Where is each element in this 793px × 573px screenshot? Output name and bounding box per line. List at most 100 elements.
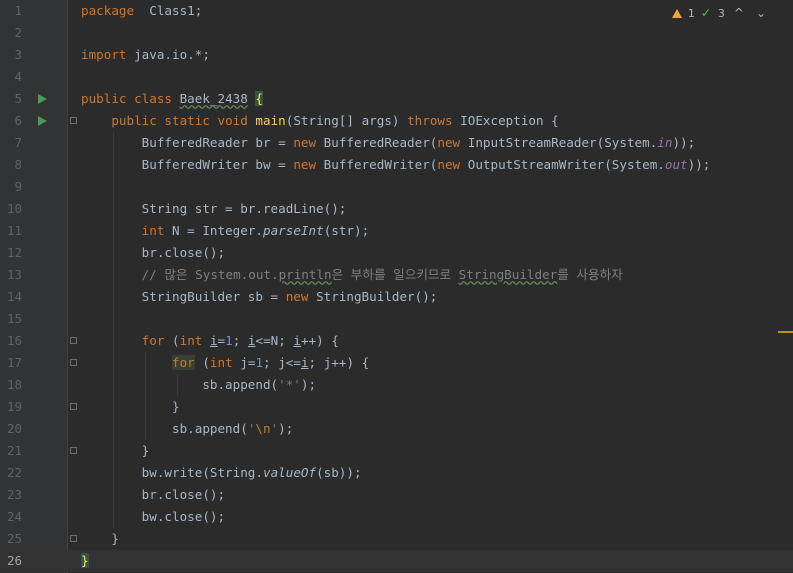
code-line[interactable]: 15: [0, 308, 793, 330]
run-gutter-icon[interactable]: [38, 116, 47, 126]
code-text[interactable]: public class Baek_2438 {: [81, 88, 264, 110]
code-token: (String[] args): [285, 113, 408, 128]
code-text[interactable]: String str = br.readLine();: [81, 198, 347, 220]
code-line[interactable]: 24 bw.close();: [0, 506, 793, 528]
code-token: new: [437, 135, 468, 150]
code-line[interactable]: 23 br.close();: [0, 484, 793, 506]
code-text[interactable]: br.close();: [81, 242, 225, 264]
code-text[interactable]: int N = Integer.parseInt(str);: [81, 220, 370, 242]
line-number[interactable]: 17: [0, 352, 22, 374]
code-text[interactable]: BufferedWriter bw = new BufferedWriter(n…: [81, 154, 711, 176]
line-number[interactable]: 8: [0, 154, 22, 176]
fold-marker-icon[interactable]: [70, 535, 77, 542]
code-text[interactable]: StringBuilder sb = new StringBuilder();: [81, 286, 438, 308]
code-line[interactable]: 21 }: [0, 440, 793, 462]
fold-marker-icon[interactable]: [70, 359, 77, 366]
code-line[interactable]: 9: [0, 176, 793, 198]
code-line[interactable]: 12 br.close();: [0, 242, 793, 264]
line-number[interactable]: 16: [0, 330, 22, 352]
code-text[interactable]: }: [81, 528, 119, 550]
code-lines: 1 package Class1; 2 3 import java.io.*; 4 5 pub…: [0, 0, 793, 572]
code-text[interactable]: sb.append('*');: [81, 374, 316, 396]
typo-check-icon[interactable]: ✓: [701, 7, 712, 19]
code-token: (: [172, 333, 180, 348]
line-number[interactable]: 24: [0, 506, 22, 528]
code-text[interactable]: }: [81, 550, 89, 572]
line-number[interactable]: 4: [0, 66, 22, 88]
line-number[interactable]: 11: [0, 220, 22, 242]
fold-marker-icon[interactable]: [70, 403, 77, 410]
code-text[interactable]: bw.write(String.valueOf(sb));: [81, 462, 362, 484]
code-token: int: [141, 223, 173, 238]
code-text[interactable]: }: [81, 396, 180, 418]
code-line[interactable]: 22 bw.write(String.valueOf(sb));: [0, 462, 793, 484]
code-line[interactable]: 4: [0, 66, 793, 88]
code-text[interactable]: br.close();: [81, 484, 225, 506]
line-number[interactable]: 15: [0, 308, 22, 330]
code-editor[interactable]: 1 package Class1; 2 3 import java.io.*; 4 5 pub…: [0, 0, 793, 573]
code-token: 1: [255, 355, 264, 370]
typo-count[interactable]: 3: [718, 7, 725, 20]
code-line[interactable]: 26}: [0, 550, 793, 572]
code-line[interactable]: 7 BufferedReader br = new BufferedReader…: [0, 132, 793, 154]
code-line[interactable]: 3 import java.io.*;: [0, 44, 793, 66]
code-text[interactable]: BufferedReader br = new BufferedReader(n…: [81, 132, 696, 154]
code-text[interactable]: // 많은 System.out.println은 부하를 일으키므로 Stri…: [81, 264, 623, 286]
code-line[interactable]: 2: [0, 22, 793, 44]
line-number[interactable]: 26: [0, 550, 22, 572]
code-line[interactable]: 19 }: [0, 396, 793, 418]
fold-marker-icon[interactable]: [70, 447, 77, 454]
line-number[interactable]: 18: [0, 374, 22, 396]
code-token: package: [81, 3, 135, 18]
code-text[interactable]: public static void main(String[] args) t…: [81, 110, 558, 132]
code-line[interactable]: 25 }: [0, 528, 793, 550]
code-line[interactable]: 20 sb.append('\n');: [0, 418, 793, 440]
line-number[interactable]: 22: [0, 462, 22, 484]
code-line[interactable]: 13 // 많은 System.out.println은 부하를 일으키므로 S…: [0, 264, 793, 286]
code-text[interactable]: import java.io.*;: [81, 44, 210, 66]
warning-count[interactable]: 1: [688, 7, 695, 20]
code-line[interactable]: 5 public class Baek_2438 {: [0, 88, 793, 110]
line-number[interactable]: 25: [0, 528, 22, 550]
code-line[interactable]: 17 for (int j=1; j<=i; j++) {: [0, 352, 793, 374]
fold-marker-icon[interactable]: [70, 117, 77, 124]
line-number[interactable]: 9: [0, 176, 22, 198]
error-stripe-marker[interactable]: [778, 331, 793, 333]
code-token: valueOf: [262, 465, 317, 480]
line-number[interactable]: 21: [0, 440, 22, 462]
previous-highlight-icon[interactable]: ^: [731, 6, 747, 20]
line-number[interactable]: 1: [0, 0, 22, 22]
line-number[interactable]: 7: [0, 132, 22, 154]
inspections-widget[interactable]: 1 ✓ 3 ^ ⌄: [671, 5, 769, 21]
code-line[interactable]: 14 StringBuilder sb = new StringBuilder(…: [0, 286, 793, 308]
code-text[interactable]: }: [81, 440, 150, 462]
next-highlight-icon[interactable]: ⌄: [753, 6, 769, 20]
code-line[interactable]: 16 for (int i=1; i<=N; i++) {: [0, 330, 793, 352]
line-number[interactable]: 6: [0, 110, 22, 132]
line-number[interactable]: 14: [0, 286, 22, 308]
line-number[interactable]: 19: [0, 396, 22, 418]
line-number[interactable]: 20: [0, 418, 22, 440]
line-number[interactable]: 13: [0, 264, 22, 286]
fold-marker-icon[interactable]: [70, 337, 77, 344]
warning-icon[interactable]: [671, 8, 682, 18]
line-number[interactable]: 3: [0, 44, 22, 66]
line-number[interactable]: 5: [0, 88, 22, 110]
code-token: new: [437, 157, 468, 172]
line-number[interactable]: 23: [0, 484, 22, 506]
code-text[interactable]: sb.append('\n');: [81, 418, 293, 440]
code-line[interactable]: 11 int N = Integer.parseInt(str);: [0, 220, 793, 242]
line-number[interactable]: 12: [0, 242, 22, 264]
code-text[interactable]: for (int i=1; i<=N; i++) {: [81, 330, 339, 352]
code-text[interactable]: bw.close();: [81, 506, 225, 528]
code-text[interactable]: package Class1;: [81, 0, 202, 22]
line-number[interactable]: 2: [0, 22, 22, 44]
code-line[interactable]: 8 BufferedWriter bw = new BufferedWriter…: [0, 154, 793, 176]
code-line[interactable]: 18 sb.append('*');: [0, 374, 793, 396]
run-gutter-icon[interactable]: [38, 94, 47, 104]
code-line[interactable]: 6 public static void main(String[] args)…: [0, 110, 793, 132]
line-number[interactable]: 10: [0, 198, 22, 220]
code-line[interactable]: 10 String str = br.readLine();: [0, 198, 793, 220]
code-text[interactable]: for (int j=1; j<=i; j++) {: [81, 352, 369, 374]
